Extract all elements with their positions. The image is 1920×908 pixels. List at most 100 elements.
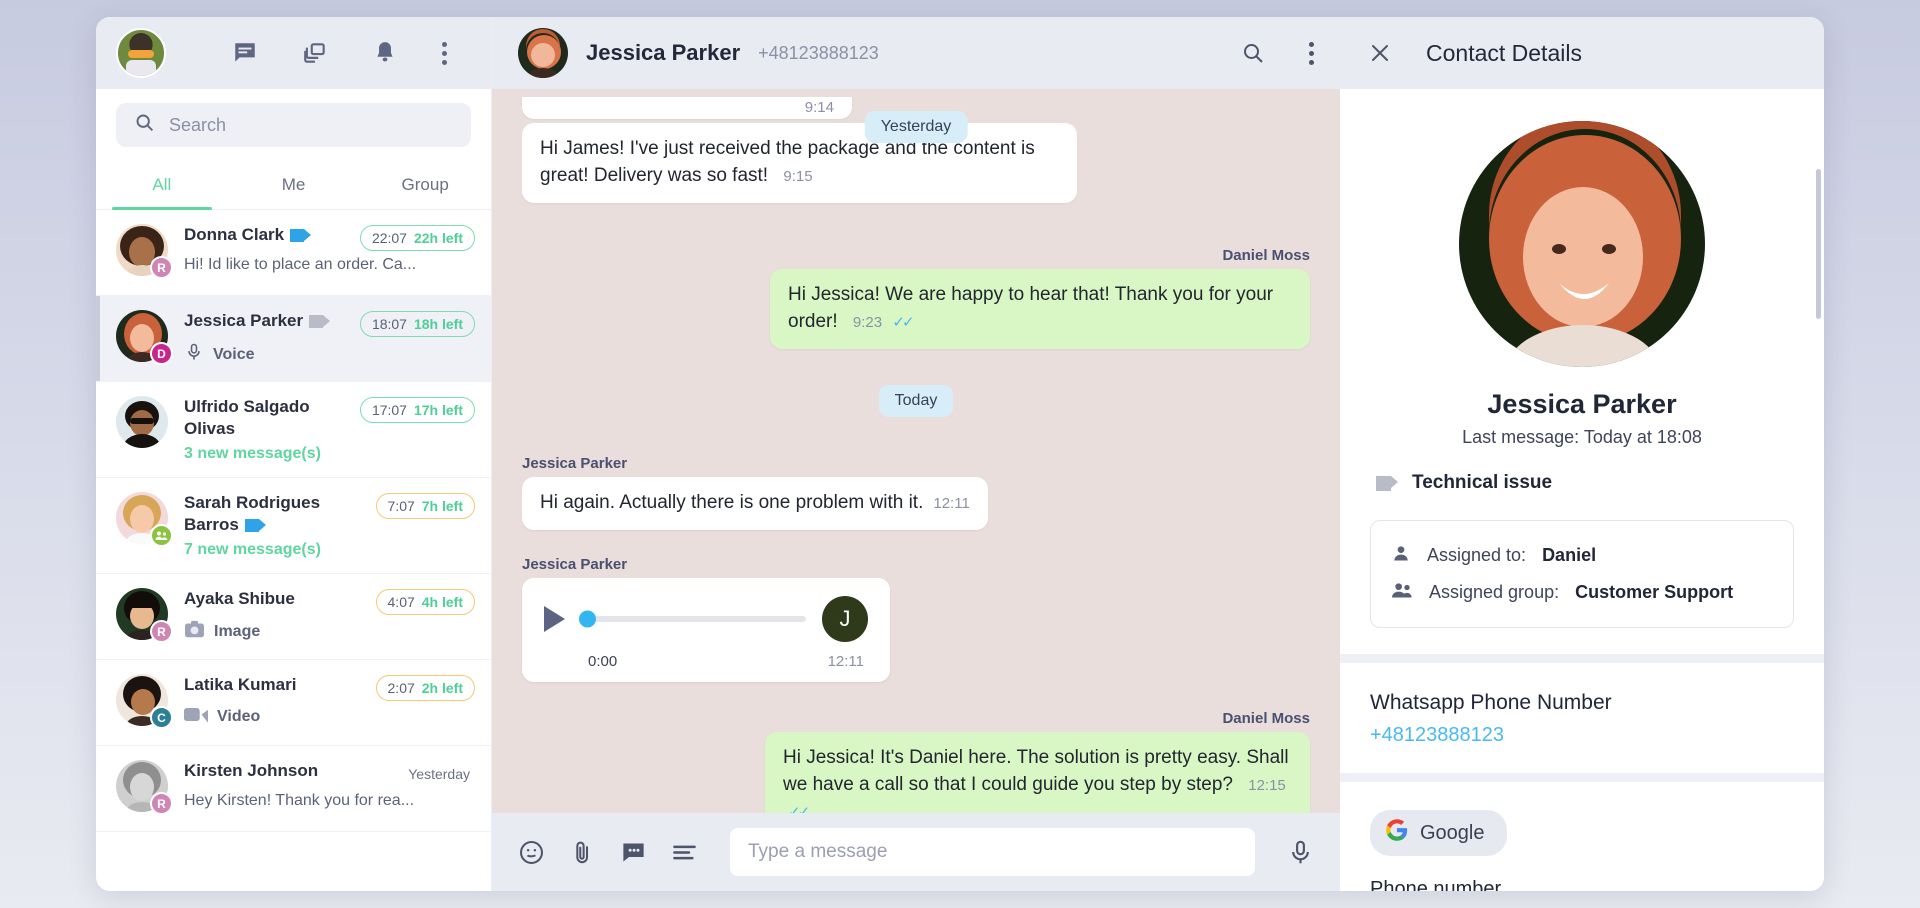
- chat-list-item[interactable]: R Donna Clark 22:07 22h left Hi! Id like to …: [96, 210, 491, 296]
- contact-details-title: Contact Details: [1426, 39, 1582, 66]
- attachment-icon[interactable]: [569, 839, 596, 866]
- status-badge: R: [150, 792, 173, 816]
- assigned-to-value: Daniel: [1542, 545, 1597, 565]
- chat-timer-badge: 17:07 17h left: [359, 397, 475, 423]
- google-icon: [1386, 819, 1408, 847]
- chat-avatar: D: [116, 310, 173, 365]
- tag-icon: [309, 315, 331, 329]
- tab-all[interactable]: All: [96, 161, 228, 210]
- template-icon[interactable]: [671, 839, 698, 866]
- chat-contact-name: Sarah Rodrigues Barros: [184, 493, 321, 535]
- emoji-icon[interactable]: [518, 839, 545, 866]
- message-text: Hi Jessica! It's Daniel here. The soluti…: [783, 746, 1289, 795]
- phone-value-link[interactable]: +48123888123: [1370, 724, 1794, 747]
- chat-avatar: [116, 396, 168, 448]
- chat-list-item[interactable]: R Kirsten Johnson Yesterday Hey Kirsten! Th…: [96, 746, 491, 833]
- chat-preview: 7 new message(s): [184, 541, 321, 559]
- chat-avatar: R: [116, 224, 173, 279]
- contact-tag[interactable]: Technical issue: [1370, 472, 1794, 494]
- message-input-box[interactable]: [730, 828, 1255, 876]
- message-bubble[interactable]: Hi Jessica! It's Daniel here. The soluti…: [765, 731, 1310, 813]
- day-separator-today: Today: [878, 384, 954, 417]
- bell-icon[interactable]: [372, 40, 398, 66]
- chat-search-icon[interactable]: [1241, 41, 1265, 65]
- chat-list-item[interactable]: R Ayaka Shibue 4:07 4h left Image: [96, 574, 491, 661]
- current-user-avatar[interactable]: [116, 28, 166, 78]
- audio-duration: 12:11: [827, 652, 864, 670]
- message-row-incoming-2: Jessica Parker Hi again. Actually there …: [522, 455, 1310, 530]
- chat-list-item[interactable]: C Latika Kumari 2:07 2h left Video: [96, 660, 491, 747]
- sidebar-toolbar: [96, 17, 491, 89]
- chat-more-icon[interactable]: [1309, 41, 1314, 65]
- chat-contact-name: Ulfrido Salgado Olivas: [184, 397, 310, 439]
- person-icon: [1391, 543, 1411, 568]
- phone-label: Whatsapp Phone Number: [1370, 691, 1612, 714]
- chat-header-avatar[interactable]: [518, 28, 568, 78]
- chat-list-item[interactable]: D Jessica Parker 18:07 18h left Voice: [96, 296, 491, 382]
- chat-preview: Image: [184, 620, 475, 644]
- tab-group[interactable]: Group: [359, 161, 491, 209]
- integration-field-label: Phone number: [1370, 878, 1502, 891]
- microphone-icon[interactable]: [1287, 839, 1314, 866]
- search-input[interactable]: [169, 114, 453, 136]
- contact-last-message: Last message: Today at 18:08: [1462, 427, 1702, 447]
- audio-progress-slider[interactable]: [579, 610, 806, 628]
- chat-time: 18:07: [371, 316, 407, 332]
- chat-time-left: 17h left: [413, 402, 463, 418]
- assigned-group-row[interactable]: Assigned group: Customer Support: [1391, 574, 1773, 611]
- message-time: 9:23: [852, 313, 883, 331]
- voice-message-player[interactable]: J 0:00 12:11: [522, 577, 890, 682]
- message-bubble[interactable]: Hi again. Actually there is one problem …: [522, 476, 988, 530]
- play-icon[interactable]: [544, 605, 565, 632]
- chat-time: 17:07: [371, 402, 407, 418]
- messages-icon[interactable]: [232, 40, 258, 66]
- status-badge: R: [150, 256, 173, 279]
- contact-details-body: Jessica Parker Last message: Today at 18…: [1340, 89, 1824, 891]
- chat-header: Jessica Parker +48123888123: [492, 17, 1340, 89]
- contact-tag-label: Technical issue: [1412, 472, 1553, 493]
- message-bubble[interactable]: Hi Jessica! We are happy to hear that! T…: [770, 268, 1310, 349]
- quick-reply-icon[interactable]: [620, 839, 647, 866]
- chat-time: 2:07: [387, 680, 415, 697]
- assigned-to-row[interactable]: Assigned to: Daniel: [1391, 537, 1773, 574]
- message-time: 12:11: [933, 494, 970, 512]
- audio-progress-knob[interactable]: [579, 610, 596, 628]
- search-box[interactable]: [116, 103, 471, 147]
- chat-list-item[interactable]: Ulfrido Salgado Olivas 17:07 17h left 3 new…: [96, 382, 491, 479]
- details-scrollbar[interactable]: [1816, 169, 1821, 319]
- chat-preview: Voice: [184, 342, 475, 367]
- chat-time: Yesterday: [408, 766, 470, 783]
- chat-avatar: R: [116, 588, 173, 644]
- duplicate-icon[interactable]: [302, 40, 328, 66]
- close-icon[interactable]: [1368, 41, 1392, 65]
- day-separator-yesterday: Yesterday: [864, 111, 968, 143]
- message-row-outgoing-2: Daniel Moss Hi Jessica! It's Daniel here…: [522, 710, 1310, 813]
- sidebar: All Me Group R Donna Clark 22:07 22h left Hi…: [96, 17, 492, 891]
- chat-time: 7:07: [387, 498, 415, 515]
- chat-timer-badge: 22:07 22h left: [359, 225, 475, 251]
- chat-preview: Video: [184, 706, 475, 728]
- voice-icon: [184, 342, 204, 367]
- chat-time: 22:07: [371, 230, 407, 246]
- more-vertical-icon[interactable]: [442, 41, 447, 65]
- message-input[interactable]: [748, 841, 1237, 863]
- message-bubble-truncated[interactable]: 9:14: [522, 97, 852, 119]
- audio-current-time: 0:00: [588, 652, 618, 670]
- message-row-audio: Jessica Parker J 0:00 12:11: [522, 556, 1310, 682]
- chat-list-item[interactable]: Sarah Rodrigues Barros 7:07 7h left 7 new m…: [96, 478, 491, 575]
- video-icon: [184, 706, 208, 728]
- chat-pane: Jessica Parker +48123888123 9:14 Hi Jame…: [492, 17, 1340, 891]
- tab-me[interactable]: Me: [228, 161, 360, 209]
- message-bubble[interactable]: Hi James! I've just received the package…: [522, 123, 1077, 203]
- chat-preview: 3 new message(s): [184, 445, 321, 463]
- chat-time-left: 7h left: [421, 498, 463, 515]
- group-badge: [150, 524, 173, 548]
- chat-avatar: [116, 492, 173, 548]
- message-list: 9:14 Hi James! I've just received the pa…: [492, 89, 1340, 813]
- chat-time-left: 18h left: [413, 316, 463, 332]
- google-integration-chip[interactable]: Google: [1370, 810, 1507, 856]
- chat-list: R Donna Clark 22:07 22h left Hi! Id like to …: [96, 210, 491, 891]
- chat-timer-badge: 7:07 7h left: [375, 493, 475, 520]
- message-time: 9:15: [783, 167, 813, 185]
- assigned-to-label: Assigned to:: [1427, 545, 1527, 565]
